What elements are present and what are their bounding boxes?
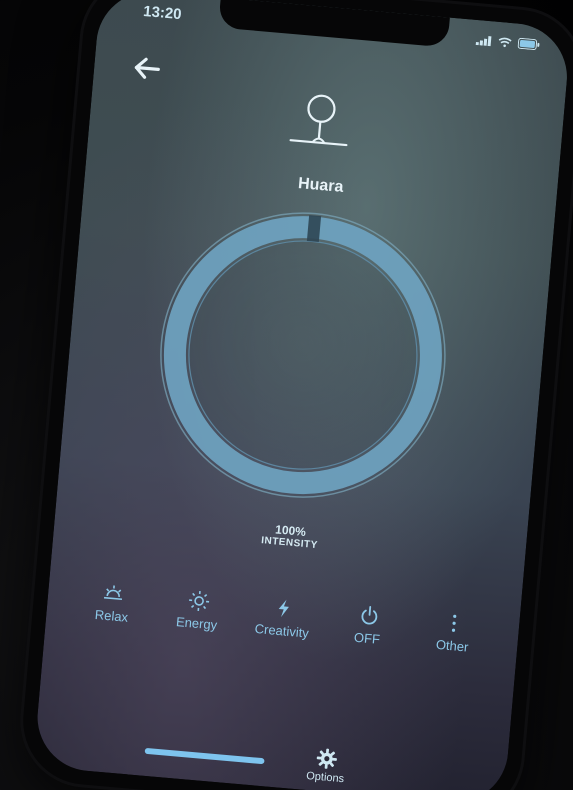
back-button[interactable] bbox=[129, 52, 167, 85]
sunset-icon bbox=[103, 585, 123, 601]
mode-off[interactable]: OFF bbox=[331, 602, 404, 649]
mode-relax-label: Relax bbox=[94, 606, 129, 625]
lightning-icon bbox=[278, 599, 289, 618]
mode-other[interactable]: Other bbox=[417, 609, 490, 656]
more-vertical-icon bbox=[451, 614, 457, 632]
arrow-left-icon bbox=[134, 57, 160, 79]
home-indicator[interactable] bbox=[144, 747, 265, 765]
options-button[interactable]: Options bbox=[295, 745, 358, 786]
mode-other-label: Other bbox=[435, 636, 470, 655]
mode-energy[interactable]: Energy bbox=[161, 587, 234, 634]
notch bbox=[218, 0, 450, 48]
options-label: Options bbox=[305, 770, 345, 786]
photo-scene: 13:20 Huara 100% INTENSITY Relax Energy … bbox=[0, 0, 573, 790]
mode-bar: Relax Energy Creativity OFF Other bbox=[76, 579, 490, 656]
status-time: 13:20 bbox=[142, 2, 183, 24]
phone-wrap: 13:20 Huara 100% INTENSITY Relax Energy … bbox=[0, 0, 573, 790]
phone: 13:20 Huara 100% INTENSITY Relax Energy … bbox=[17, 0, 573, 790]
app-screen: 13:20 Huara 100% INTENSITY Relax Energy … bbox=[33, 0, 572, 790]
dial-handle bbox=[306, 215, 322, 243]
lamp-icon bbox=[278, 87, 363, 154]
wifi-icon bbox=[498, 37, 512, 47]
signal-icon bbox=[475, 35, 492, 46]
mode-creativity[interactable]: Creativity bbox=[246, 594, 319, 641]
intensity-readout: 100% INTENSITY bbox=[54, 503, 526, 569]
mode-relax[interactable]: Relax bbox=[76, 579, 149, 626]
mode-off-label: OFF bbox=[353, 629, 381, 647]
battery-icon bbox=[517, 37, 540, 51]
sun-icon bbox=[188, 590, 209, 611]
power-icon bbox=[361, 605, 377, 625]
mode-creativity-label: Creativity bbox=[254, 620, 310, 641]
mode-energy-label: Energy bbox=[175, 614, 218, 633]
device-name: Huara bbox=[297, 175, 345, 196]
intensity-dial[interactable] bbox=[146, 198, 460, 512]
gear-icon bbox=[316, 748, 337, 769]
status-icons bbox=[475, 34, 541, 51]
